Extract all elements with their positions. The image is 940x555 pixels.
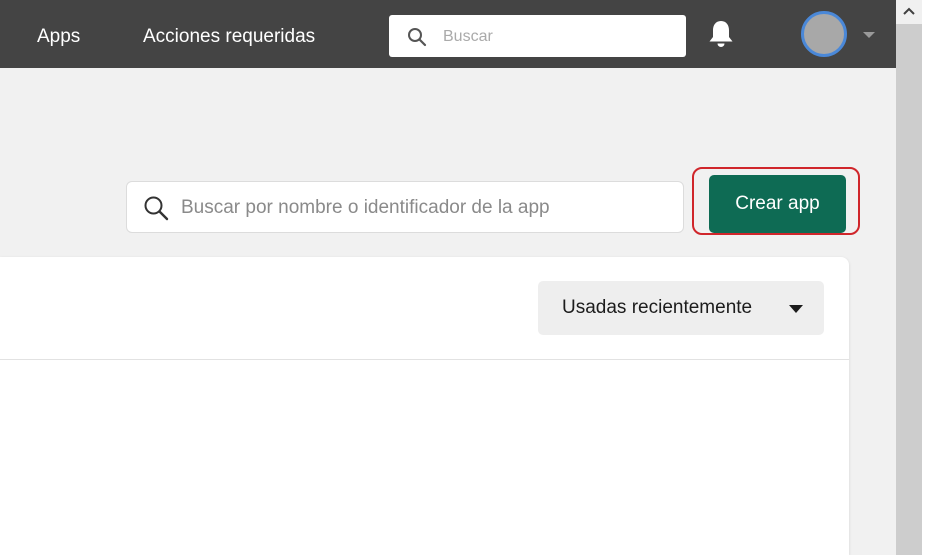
nav-required-actions-link[interactable]: Acciones requeridas (143, 0, 315, 68)
sort-dropdown-label: Usadas recientemente (562, 297, 753, 318)
caret-down-icon[interactable] (862, 31, 876, 39)
vertical-scrollbar[interactable] (896, 0, 922, 555)
create-app-button[interactable]: Crear app (709, 175, 846, 233)
sort-dropdown[interactable]: Usadas recientemente (538, 281, 824, 335)
apps-panel: Usadas recientemente (0, 257, 849, 555)
panel-divider (0, 359, 849, 360)
caret-down-icon (789, 305, 803, 313)
global-search-input[interactable] (441, 15, 675, 59)
nav-apps-link[interactable]: Apps (37, 0, 80, 68)
window-edge (922, 0, 940, 555)
chevron-up-icon (903, 7, 915, 15)
search-icon (144, 196, 169, 221)
global-search-box[interactable] (389, 15, 686, 59)
avatar[interactable] (801, 11, 847, 57)
scroll-up-button[interactable] (896, 0, 922, 24)
search-icon (408, 28, 427, 47)
bell-icon[interactable] (707, 19, 735, 49)
app-search-input[interactable] (179, 182, 673, 234)
top-navigation-bar: Apps Acciones requeridas (0, 0, 896, 68)
app-search-box[interactable] (126, 181, 684, 234)
